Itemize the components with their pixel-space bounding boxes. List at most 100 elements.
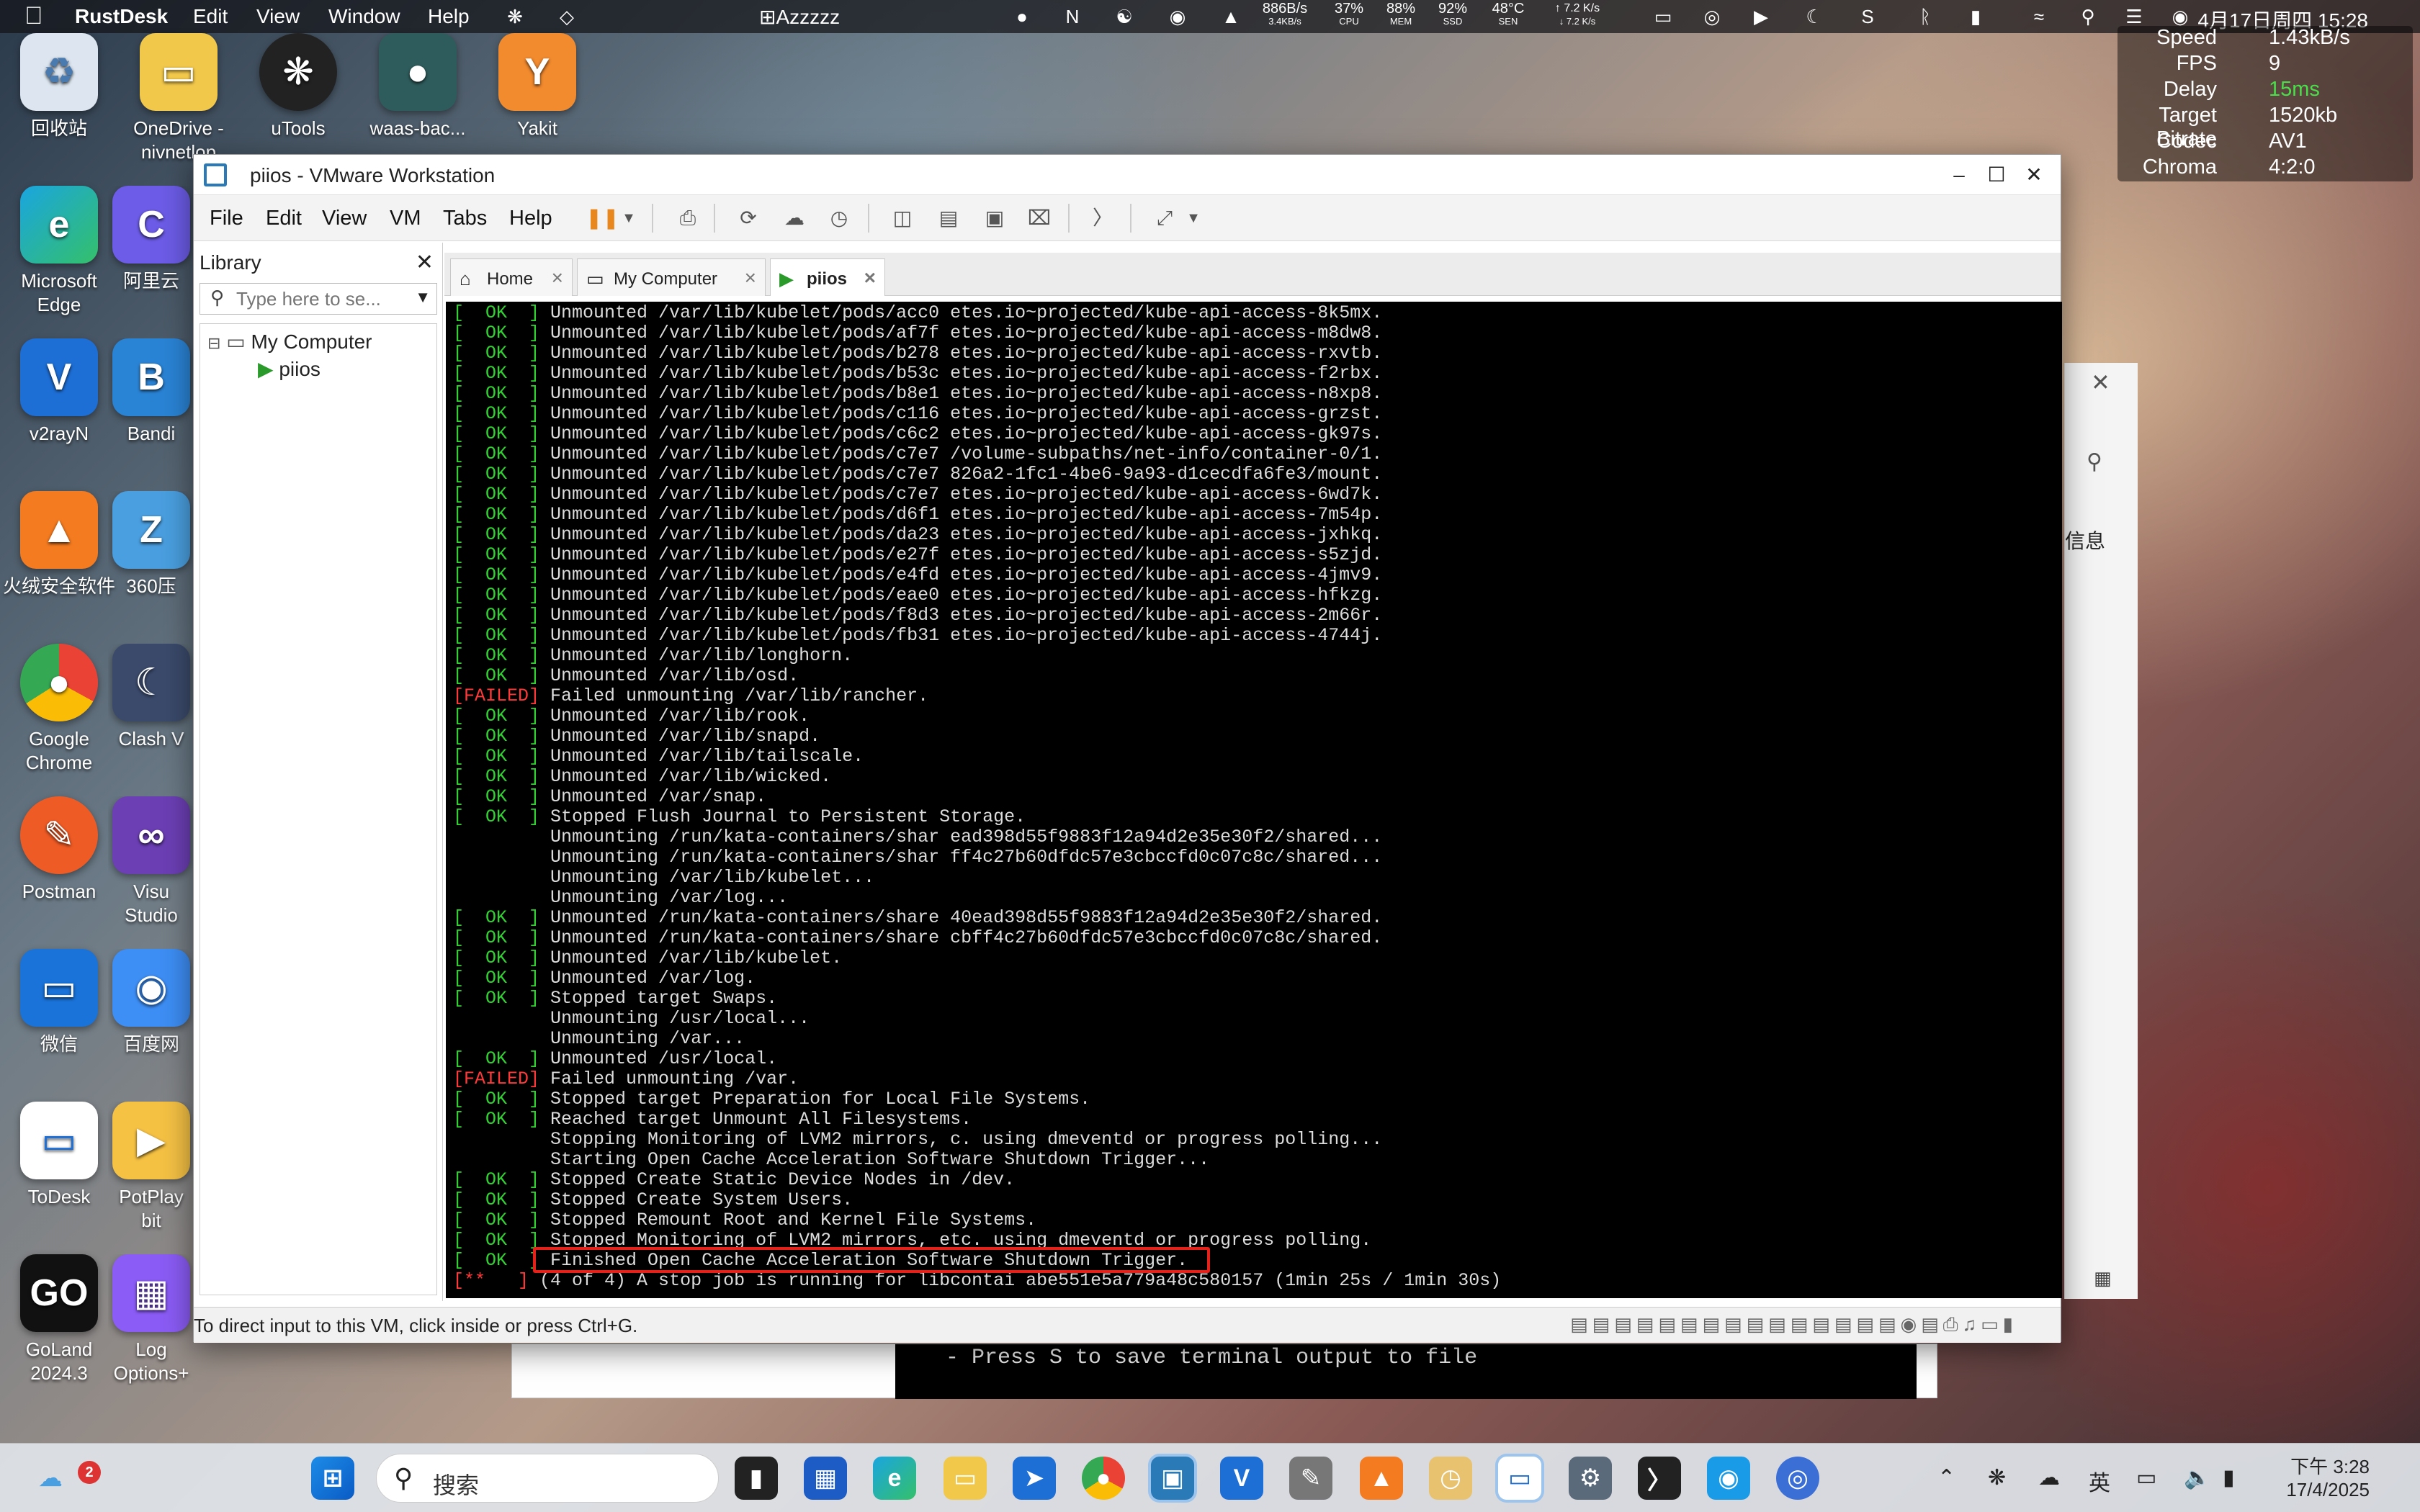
menu-help[interactable]: Help (428, 5, 470, 28)
desktop-icon-aliyun[interactable]: C 阿里云 (108, 186, 194, 293)
control-center-icon[interactable]: ☰ (2122, 4, 2146, 29)
menu-file[interactable]: File (210, 207, 243, 230)
notion-icon[interactable]: N (1060, 4, 1085, 29)
window-titlebar[interactable]: piios - VMware Workstation – ☐ ✕ (194, 155, 2061, 195)
play-icon[interactable]: ▶ (1749, 4, 1773, 29)
desktop-icon-yakit[interactable]: Y Yakit (480, 33, 595, 140)
collapse-icon[interactable]: ⊟ (207, 334, 220, 352)
apple-icon[interactable]:  (24, 2, 43, 30)
network-icon[interactable]: ▭ (2136, 1465, 2156, 1490)
desktop-icon-goland[interactable]: GO GoLand 2024.3 (1, 1254, 117, 1385)
menu-edit[interactable]: Edit (193, 5, 228, 28)
file-explorer-icon[interactable]: ▭ (944, 1457, 987, 1500)
cube-icon[interactable]: ◇ (555, 4, 579, 29)
menu-edit[interactable]: Edit (266, 207, 302, 230)
close-tab-icon[interactable]: × (745, 266, 756, 289)
desktop-icon-waas[interactable]: ● waas-bac... (360, 33, 475, 140)
desktop-icon-v2rayn[interactable]: Vv2rayN (1, 338, 117, 446)
full-screen-icon[interactable]: ▣ (979, 204, 1010, 233)
chevron-down-icon[interactable]: ▼ (415, 288, 431, 307)
chatgpt-icon[interactable]: ❋ (503, 4, 527, 29)
chevron-down-icon[interactable]: ▼ (1178, 204, 1209, 233)
tree-node-piios[interactable]: ▶ piios (258, 357, 321, 381)
menu-view[interactable]: View (322, 207, 367, 230)
menu-view[interactable]: View (256, 5, 300, 28)
wechat-icon[interactable]: ◉ (1165, 4, 1190, 29)
figure-icon[interactable]: ☯ (1112, 4, 1137, 29)
desktop-icon-postman[interactable]: ✎ Postman (1, 796, 117, 904)
moon-icon[interactable]: ☾ (1802, 4, 1827, 29)
cat-icon[interactable]: ▲ (1219, 4, 1243, 29)
windows-start-icon[interactable]: ⊞ (311, 1457, 354, 1500)
desktop-icon-vstudio[interactable]: ∞ Visu Studio (108, 796, 194, 927)
desktop-icon-edge[interactable]: e Microsoft Edge (1, 186, 117, 317)
library-search-input[interactable] (236, 288, 402, 310)
menu-window[interactable]: Window (328, 5, 400, 28)
close-icon[interactable]: ✕ (2091, 369, 2110, 396)
display-icon[interactable]: ▭ (1651, 4, 1675, 29)
desktop-icon-todesk[interactable]: ▭ ToDesk (1, 1102, 117, 1209)
flame-icon[interactable]: ▲ (1360, 1457, 1403, 1500)
siri-icon[interactable]: ◉ (2168, 4, 2192, 29)
airdrop-icon[interactable]: ◎ (1700, 4, 1724, 29)
close-button[interactable]: ✕ (2016, 161, 2052, 189)
pin-app-icon[interactable]: ➤ (1013, 1457, 1056, 1500)
vmware-icon[interactable]: ▣ (1151, 1457, 1194, 1500)
stretch-icon[interactable]: ⤢ (1149, 204, 1180, 233)
revert-snapshot-icon[interactable]: ☁ (779, 204, 810, 233)
layout-icon[interactable]: ▦ (2094, 1267, 2112, 1290)
close-tab-icon[interactable]: × (864, 266, 876, 289)
weather-icon[interactable]: ☁ 2 (29, 1457, 101, 1500)
send-ctrl-alt-del-icon[interactable]: ⎙ (672, 204, 704, 233)
globe-icon[interactable]: ◎ (1776, 1457, 1819, 1500)
thumbnail-icon[interactable]: ▤ (933, 204, 964, 233)
cloud-icon[interactable]: ☁ (2038, 1465, 2060, 1490)
unity-icon[interactable]: ⌧ (1023, 204, 1055, 233)
taskbar-search[interactable]: ⚲ 搜索 (376, 1454, 719, 1503)
speaker-icon[interactable]: 🔈 (2184, 1465, 2210, 1490)
desktop-icon-recycle-bin[interactable]: ♻ 回收站 (1, 33, 117, 140)
minimize-button[interactable]: – (1941, 161, 1977, 189)
desktop-icon-wechat[interactable]: ▭ 微信 (1, 949, 117, 1056)
bluetooth-icon[interactable]: ᚱ (1913, 4, 1937, 29)
desktop-icon-logioptions[interactable]: ▦ Log Options+ (108, 1254, 194, 1385)
device-icons[interactable]: ▤▤▤▤▤▤▤▤▤▤▤▤▤▤▤◉▤⎙♫▭▮ (1570, 1313, 2017, 1336)
pen-icon[interactable]: ✎ (1289, 1457, 1332, 1500)
desktop-icon-360zip[interactable]: Z 360压 (108, 491, 194, 598)
chat-app-icon[interactable]: ◉ (1707, 1457, 1750, 1500)
ime-indicator[interactable]: 英 (2089, 1465, 2110, 1497)
terminal-area[interactable]: - Press S to save terminal output to fil… (895, 1344, 1917, 1399)
desktop-icon-bandizip[interactable]: B Bandi (108, 338, 194, 446)
chevron-up-icon[interactable]: ⌃ (1937, 1465, 1955, 1490)
desktop-icon-chrome[interactable]: ● Google Chrome (1, 644, 117, 775)
chevron-down-icon[interactable]: ▼ (613, 204, 645, 233)
edge-icon[interactable]: e (873, 1457, 916, 1500)
menu-vm[interactable]: VM (390, 207, 421, 230)
menu-help[interactable]: Help (509, 207, 552, 230)
search-icon[interactable]: ⚲ (2087, 449, 2102, 474)
desktop-icon-utools[interactable]: ❋ uTools (241, 33, 356, 140)
desktop-icon-potplayer[interactable]: ▶ PotPlay bit (108, 1102, 194, 1233)
v2rayn-icon[interactable]: V (1220, 1457, 1263, 1500)
close-tab-icon[interactable]: × (552, 266, 563, 289)
wifi-icon[interactable]: ≈ (2027, 4, 2051, 29)
desktop-icon-baidu[interactable]: ◉ 百度网 (108, 949, 194, 1056)
tab-home[interactable]: ⌂ Home × (450, 258, 573, 296)
menu-tabs[interactable]: Tabs (443, 207, 487, 230)
todesk-icon[interactable]: ▭ (1498, 1457, 1541, 1500)
desktop-icon-onedrive[interactable]: ▭ OneDrive - nivnetlop (121, 33, 236, 164)
task-view-icon[interactable]: ▮ (735, 1457, 778, 1500)
settings-gear-icon[interactable]: ⚙ (1569, 1457, 1612, 1500)
search-icon[interactable]: ⚲ (2076, 4, 2100, 29)
close-library-icon[interactable]: ✕ (416, 250, 434, 275)
tab-my-computer[interactable]: ▭ My Computer × (577, 258, 766, 296)
store-icon[interactable]: ▦ (804, 1457, 847, 1500)
maximize-button[interactable]: ☐ (1978, 161, 2015, 189)
battery-icon[interactable]: ▮ (2223, 1465, 2235, 1490)
library-search[interactable]: ⚲ ▼ (200, 283, 437, 315)
chrome-icon[interactable]: ● (1082, 1457, 1125, 1500)
desktop-icon-clash[interactable]: ☾ Clash V (108, 644, 194, 751)
menu-app-name[interactable]: RustDesk (75, 5, 168, 28)
console-view-icon[interactable]: 〉 (1087, 204, 1119, 233)
terminal-icon[interactable]: 〉 (1638, 1457, 1681, 1500)
